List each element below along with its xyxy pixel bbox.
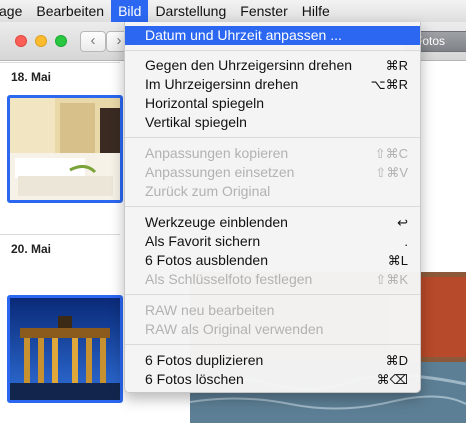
menu-divider <box>125 137 420 138</box>
menu-item-label: Datum und Uhrzeit anpassen ... <box>145 27 342 43</box>
menu-divider <box>125 50 420 51</box>
back-button[interactable]: ‹ <box>80 31 106 52</box>
menu-item-shortcut: ⌘D <box>385 353 408 368</box>
bild-menu-dropdown: Datum und Uhrzeit anpassen ... Gegen den… <box>124 22 421 393</box>
menu-item-make-key-photo: Als Schlüsselfoto festlegen ⇧⌘K <box>125 270 420 289</box>
menu-item-label: Anpassungen kopieren <box>145 145 289 161</box>
menu-item-label: Vertikal spiegeln <box>145 114 247 130</box>
menu-item-label: Horizontal spiegeln <box>145 95 265 111</box>
menubar-item-fenster[interactable]: Fenster <box>233 0 294 22</box>
menubar-item-bearbeiten[interactable]: Bearbeiten <box>29 0 111 22</box>
menu-item-label: Als Favorit sichern <box>145 233 261 249</box>
menu-divider <box>125 294 420 295</box>
bedroom-photo-image <box>10 98 120 200</box>
menu-divider <box>125 206 420 207</box>
menu-item-rotate-cw[interactable]: Im Uhrzeigersinn drehen ⌥⌘R <box>125 75 420 94</box>
section-date-label: 20. Mai <box>11 242 52 256</box>
section-divider <box>0 234 120 235</box>
menu-item-shortcut: ⌘⌫ <box>376 372 408 387</box>
menu-item-duplicate-photos[interactable]: 6 Fotos duplizieren ⌘D <box>125 351 420 370</box>
menu-item-label: 6 Fotos löschen <box>145 371 244 387</box>
menu-item-shortcut: ⇧⌘C <box>374 146 408 161</box>
return-key-icon: ↩ <box>397 215 408 230</box>
menu-item-label: Anpassungen einsetzen <box>145 164 295 180</box>
menubar-item-app[interactable]: age <box>0 0 29 22</box>
menubar-item-hilfe[interactable]: Hilfe <box>295 0 337 22</box>
menu-item-label: 6 Fotos ausblenden <box>145 252 268 268</box>
menu-item-flip-vertical[interactable]: Vertikal spiegeln <box>125 113 420 132</box>
menubar-item-darstellung[interactable]: Darstellung <box>148 0 233 22</box>
photo-thumbnail-bedroom[interactable] <box>7 95 123 203</box>
menu-item-adjust-date-time[interactable]: Datum und Uhrzeit anpassen ... <box>125 26 420 45</box>
menu-item-favorite[interactable]: Als Favorit sichern . <box>125 232 420 251</box>
menu-item-label: Als Schlüsselfoto festlegen <box>145 271 313 287</box>
menu-item-label: RAW als Original verwenden <box>145 321 324 337</box>
menu-item-label: Werkzeuge einblenden <box>145 214 288 230</box>
photo-thumbnail-brandenburg-gate[interactable] <box>7 295 123 403</box>
brandenburg-gate-photo-image <box>10 298 120 400</box>
menu-item-label: RAW neu bearbeiten <box>145 302 275 318</box>
menu-item-shortcut: ⌥⌘R <box>370 77 408 92</box>
menu-item-reprocess-raw: RAW neu bearbeiten <box>125 301 420 320</box>
menu-item-copy-adjustments: Anpassungen kopieren ⇧⌘C <box>125 144 420 163</box>
menubar-item-bild[interactable]: Bild <box>111 0 149 22</box>
menu-divider <box>125 344 420 345</box>
menu-item-delete-photos[interactable]: 6 Fotos löschen ⌘⌫ <box>125 370 420 389</box>
minimize-window-button[interactable] <box>35 35 47 47</box>
menu-item-flip-horizontal[interactable]: Horizontal spiegeln <box>125 94 420 113</box>
close-window-button[interactable] <box>15 35 27 47</box>
menu-item-paste-adjustments: Anpassungen einsetzen ⇧⌘V <box>125 163 420 182</box>
maximize-window-button[interactable] <box>55 35 67 47</box>
menu-item-show-edit-tools[interactable]: Werkzeuge einblenden ↩ <box>125 213 420 232</box>
menu-item-shortcut: ⇧⌘K <box>375 272 408 287</box>
menu-item-shortcut: ⌘R <box>385 58 408 73</box>
menu-bar: age Bearbeiten Bild Darstellung Fenster … <box>0 0 466 23</box>
menu-item-use-raw-as-original: RAW als Original verwenden <box>125 320 420 339</box>
menu-item-revert-to-original: Zurück zum Original <box>125 182 420 201</box>
section-date-label: 18. Mai <box>11 70 52 84</box>
menu-item-hide-photos[interactable]: 6 Fotos ausblenden ⌘L <box>125 251 420 270</box>
menu-item-label: Zurück zum Original <box>145 183 271 199</box>
menu-item-shortcut: . <box>404 234 408 249</box>
menu-item-label: 6 Fotos duplizieren <box>145 352 264 368</box>
menu-item-rotate-ccw[interactable]: Gegen den Uhrzeigersinn drehen ⌘R <box>125 56 420 75</box>
menu-item-label: Gegen den Uhrzeigersinn drehen <box>145 57 353 73</box>
section-divider <box>0 62 120 63</box>
menu-item-label: Im Uhrzeigersinn drehen <box>145 76 299 92</box>
menu-item-shortcut: ⇧⌘V <box>375 165 408 180</box>
menu-item-shortcut: ⌘L <box>387 253 408 268</box>
